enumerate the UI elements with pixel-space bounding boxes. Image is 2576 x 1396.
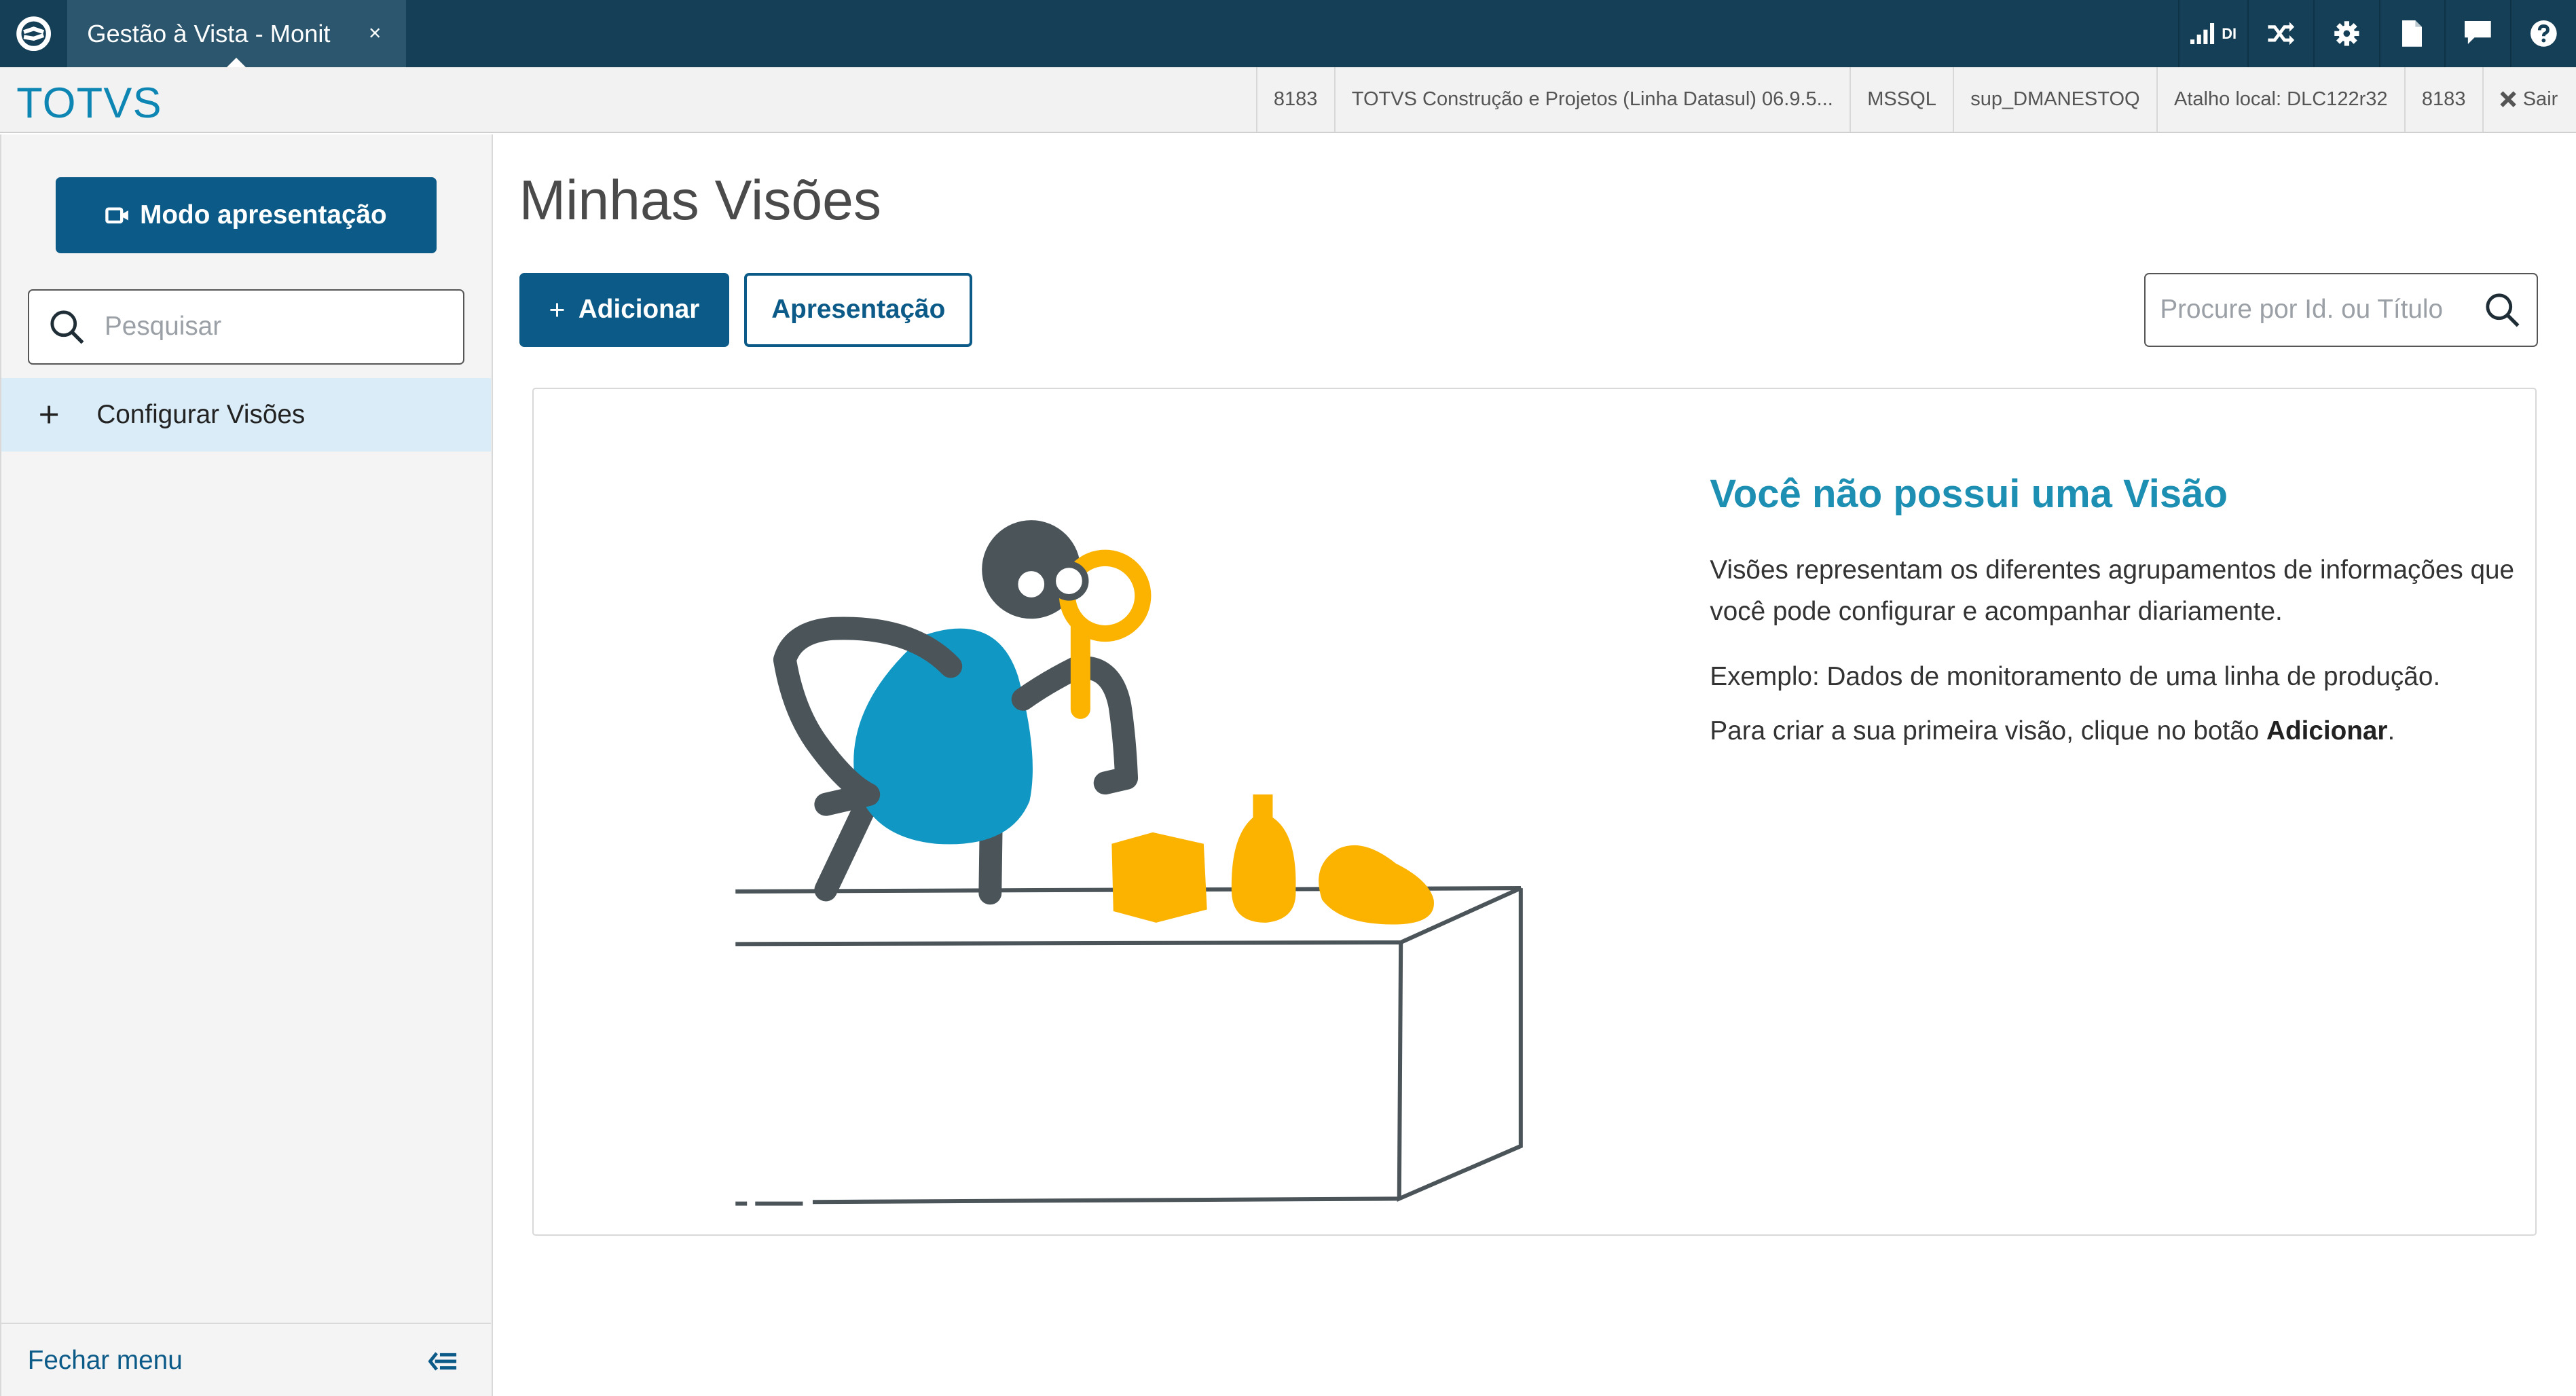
gear-icon xyxy=(2334,21,2359,46)
exit-label: Sair xyxy=(2522,88,2558,110)
app-root: Gestão à Vista - Monit × DI TOTVS 8183 T… xyxy=(0,0,2576,1396)
app-tab-title: Gestão à Vista - Monit xyxy=(87,19,331,48)
session-info: 8183 TOTVS Construção e Projetos (Linha … xyxy=(1255,67,2576,132)
sidebar-search-input[interactable] xyxy=(104,312,433,342)
shuffle-icon xyxy=(2268,22,2294,45)
info-bar: TOTVS 8183 TOTVS Construção e Projetos (… xyxy=(0,67,2576,133)
top-toolbar: DI xyxy=(2178,0,2576,68)
settings-button[interactable] xyxy=(2313,0,2379,68)
app-tab[interactable]: Gestão à Vista - Monit × xyxy=(67,0,406,68)
close-menu-label: Fechar menu xyxy=(27,1346,183,1376)
exit-button[interactable]: Sair xyxy=(2482,67,2576,132)
help-icon xyxy=(2531,20,2557,47)
plus-icon: + xyxy=(38,394,60,435)
signal-button[interactable]: DI xyxy=(2178,0,2247,68)
help-button[interactable] xyxy=(2510,0,2576,68)
info-item: 8183 xyxy=(2404,67,2482,132)
add-button-label: Adicionar xyxy=(578,295,700,325)
instruction-bold: Adicionar xyxy=(2266,716,2388,746)
brand-logo: TOTVS xyxy=(16,79,162,128)
instruction-suffix: . xyxy=(2387,716,2395,746)
add-button[interactable]: + Adicionar xyxy=(519,272,730,347)
top-bar: Gestão à Vista - Monit × DI xyxy=(0,0,2576,68)
shuffle-button[interactable] xyxy=(2247,0,2313,68)
empty-state-illustration xyxy=(735,520,1524,1207)
info-item: Atalho local: DLC122r32 xyxy=(2156,67,2404,132)
sidebar: Modo apresentação + Configurar Visões Fe… xyxy=(0,134,493,1396)
info-item: 8183 xyxy=(1255,67,1334,132)
signal-label: DI xyxy=(2222,24,2237,42)
signal-icon xyxy=(2190,22,2215,45)
close-menu-button[interactable]: Fechar menu xyxy=(1,1322,492,1396)
presentation-mode-button[interactable]: Modo apresentação xyxy=(55,177,437,253)
chat-icon xyxy=(2465,21,2492,45)
sidebar-item-label: Configurar Visões xyxy=(96,399,306,429)
main-search xyxy=(2143,272,2539,347)
info-item: MSSQL xyxy=(1850,67,1953,132)
main-search-input[interactable] xyxy=(2160,295,2476,325)
search-icon[interactable] xyxy=(2484,292,2520,328)
document-button[interactable] xyxy=(2378,0,2445,68)
sidebar-search xyxy=(27,289,465,365)
video-camera-icon xyxy=(105,207,129,223)
instruction-prefix: Para criar a sua primeira visão, clique … xyxy=(1710,716,2266,746)
info-item: TOTVS Construção e Projetos (Linha Datas… xyxy=(1333,67,1850,132)
active-tab-caret xyxy=(226,58,246,68)
presentation-button[interactable]: Apresentação xyxy=(744,272,973,347)
close-icon xyxy=(2500,91,2516,108)
empty-state-example: Exemplo: Dados de monitoramento de uma l… xyxy=(1710,662,2441,692)
empty-state-description: Visões representam os diferentes agrupam… xyxy=(1710,555,2515,626)
search-icon xyxy=(50,310,84,344)
close-tab-icon[interactable]: × xyxy=(369,21,381,45)
presentation-button-label: Apresentação xyxy=(771,295,946,325)
presentation-mode-label: Modo apresentação xyxy=(140,200,387,229)
chat-button[interactable] xyxy=(2444,0,2510,68)
page-title: Minhas Visões xyxy=(519,170,881,232)
sidebar-item-configurar-visoes[interactable]: + Configurar Visões xyxy=(1,378,492,452)
document-icon xyxy=(2402,20,2423,47)
empty-state-instruction: Para criar a sua primeira visão, clique … xyxy=(1710,711,2515,752)
totvs-logo-icon[interactable] xyxy=(0,0,67,67)
collapse-menu-icon xyxy=(428,1351,457,1371)
plus-icon: + xyxy=(549,293,566,325)
empty-state-card: Você não possui uma Visão Visões represe… xyxy=(532,388,2537,1236)
info-item: sup_DMANESTOQ xyxy=(1953,67,2156,132)
empty-state-title: Você não possui uma Visão xyxy=(1710,471,2228,516)
